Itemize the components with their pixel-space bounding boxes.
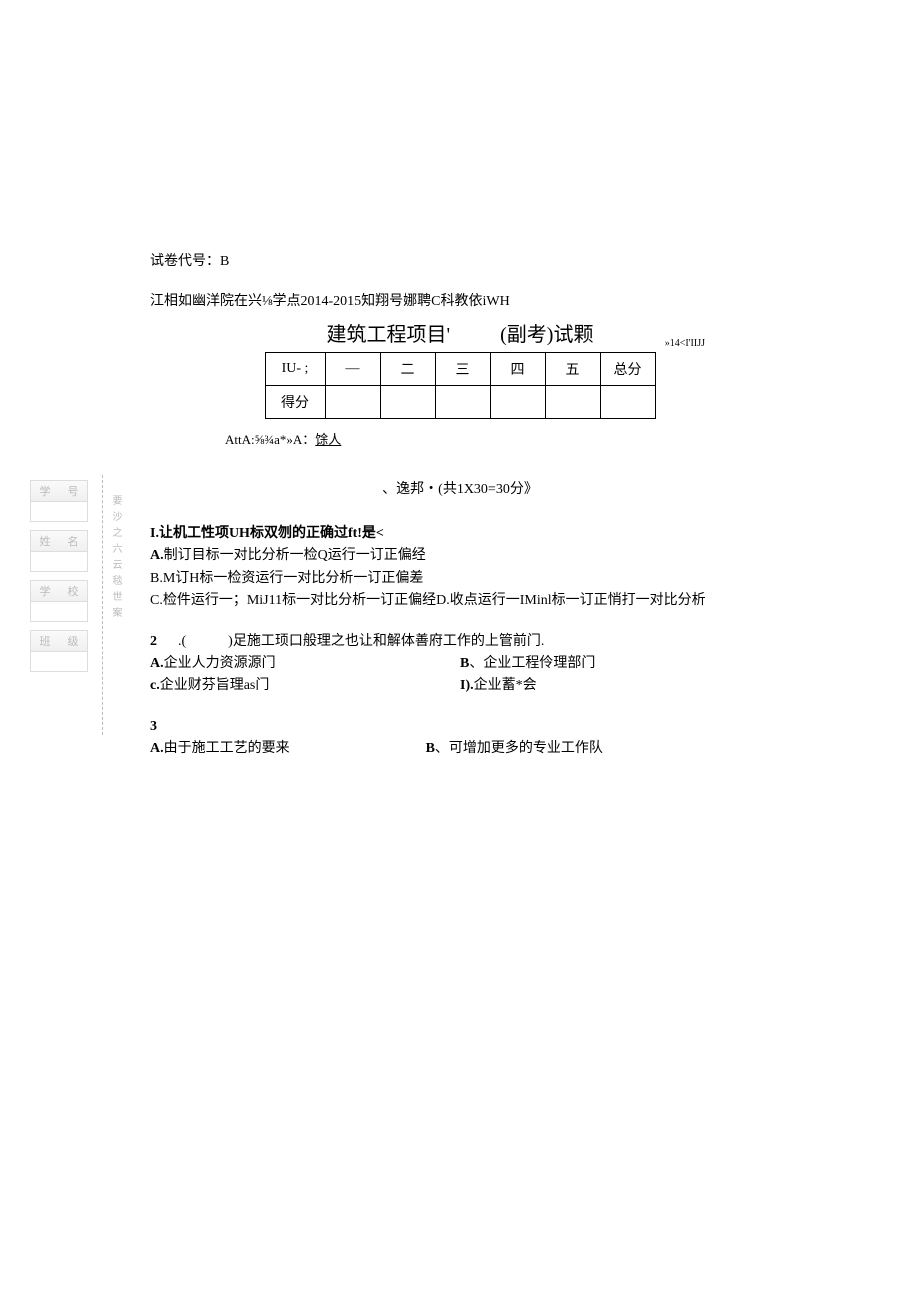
q2-num: 2: [150, 634, 157, 649]
score-table: IU- ; — 二 三 四 五 总分 得分: [265, 352, 656, 419]
table-cell: [435, 386, 490, 419]
table-row: IU- ; — 二 三 四 五 总分: [265, 353, 655, 386]
sidebar-label: 学: [40, 583, 51, 599]
q2-optA: A.企业人力资源源门: [150, 653, 460, 675]
sidebar-name: 姓 名: [30, 530, 88, 552]
option-text: 企业财芬旨理as门: [160, 678, 270, 693]
q3-num: 3: [150, 719, 157, 734]
question-2: 2 .( )足施工顼口般理之也让和解体善府工作的上管前门. A.企业人力资源源门…: [150, 631, 770, 698]
sidebar-label: 班: [40, 633, 51, 649]
sidebar-blank: [30, 502, 88, 522]
paper-code: 试卷代号：B: [150, 250, 770, 270]
section-title: 、逸邦・(共1X30=30分》: [150, 478, 770, 498]
option-label: c.: [150, 678, 160, 693]
option-text: 由于施工工艺的要来: [164, 741, 290, 756]
q2-stem: .( )足施工顼口般理之也让和解体善府工作的上管前门.: [178, 634, 544, 649]
question-3: 3 A.由于施工工艺的要来 B、可增加更多的专业工作队: [150, 716, 770, 761]
q1-optB: B.M订H标一检资运行一对比分析一订正偏差: [150, 568, 770, 590]
sidebar-label: 学: [40, 483, 51, 499]
sidebar-school: 学 校: [30, 580, 88, 602]
q1-optA: A.制订目标一对比分析一检Q运行一订正偏经: [150, 545, 770, 567]
option-text: 制订目标一对比分析一检Q运行一订正偏经: [164, 548, 426, 563]
q3-optA: A.由于施工工艺的要来: [150, 738, 426, 760]
table-cell: 二: [380, 353, 435, 386]
sidebar-label: 号: [68, 483, 79, 499]
table-cell: [380, 386, 435, 419]
sidebar-label: 级: [68, 633, 79, 649]
proposer-name: 馀人: [315, 432, 341, 447]
table-cell: IU- ;: [265, 353, 325, 386]
option-text: 企业人力资源源门: [164, 656, 276, 671]
table-cell: 五: [545, 353, 600, 386]
sidebar-blank: [30, 652, 88, 672]
table-cell: [490, 386, 545, 419]
option-label: B: [426, 741, 435, 756]
table-cell: —: [325, 353, 380, 386]
student-info-sidebar: 学 号 姓 名 学 校 班 级: [30, 480, 88, 672]
table-cell: 得分: [265, 386, 325, 419]
option-label: A.: [150, 741, 164, 756]
option-text: 、可增加更多的专业工作队: [435, 741, 603, 756]
option-label: B: [460, 656, 469, 671]
sidebar-label: 名: [68, 533, 79, 549]
table-cell: [600, 386, 655, 419]
sidebar-student-id: 学 号: [30, 480, 88, 502]
table-cell: 总分: [600, 353, 655, 386]
option-text: 企业蓄*会: [474, 678, 537, 693]
sub-title: (副考)试颗: [500, 318, 593, 347]
q1-optCD: C.检件运行一；MiJ11标一对比分析一订正偏经D.收点运行一IMinl标一订正…: [150, 590, 770, 612]
sidebar-label: 校: [68, 583, 79, 599]
q2-optD: I).企业蓄*会: [460, 675, 770, 697]
proposer-label: AttA:⅝¾a*»A：: [225, 432, 315, 447]
table-row: 得分: [265, 386, 655, 419]
option-text: 、企业工程伶理部门: [469, 656, 595, 671]
q1-stem: I.让机工性项UH标双刎的正确过ft!是<: [150, 526, 384, 541]
table-cell: [325, 386, 380, 419]
school-info: 江相如幽洋院在兴⅛学点2014-2015知翔号娜聘C科教依iWH: [150, 290, 770, 310]
sidebar-blank: [30, 552, 88, 572]
vertical-note: 要沙之六云毯世案: [108, 495, 123, 730]
q3-optB: B、可增加更多的专业工作队: [426, 738, 770, 760]
option-label: A.: [150, 656, 164, 671]
fold-line: [102, 475, 103, 735]
table-cell: 四: [490, 353, 545, 386]
title-note: »14<I'IIJJ: [665, 338, 705, 349]
q2-optB: B、企业工程伶理部门: [460, 653, 770, 675]
main-title: 建筑工程项目': [327, 318, 451, 347]
option-label: I).: [460, 678, 474, 693]
sidebar-label: 姓: [40, 533, 51, 549]
proposer-line: AttA:⅝¾a*»A：馀人: [225, 429, 770, 448]
title-row: 建筑工程项目' (副考)试颗 »14<I'IIJJ: [150, 318, 770, 347]
sidebar-class: 班 级: [30, 630, 88, 652]
sidebar-blank: [30, 602, 88, 622]
q2-optC: c.企业财芬旨理as门: [150, 675, 460, 697]
question-1: I.让机工性项UH标双刎的正确过ft!是< A.制订目标一对比分析一检Q运行一订…: [150, 523, 770, 613]
table-cell: [545, 386, 600, 419]
exam-paper: 试卷代号：B 江相如幽洋院在兴⅛学点2014-2015知翔号娜聘C科教依iWH …: [150, 250, 770, 779]
table-cell: 三: [435, 353, 490, 386]
